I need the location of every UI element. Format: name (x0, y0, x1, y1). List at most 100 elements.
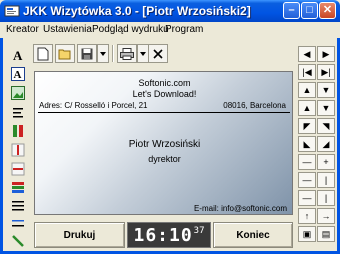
menu-ustawienia[interactable]: Ustawienia (43, 24, 92, 35)
align-top-button[interactable]: ↑ (298, 208, 316, 224)
menu-podglad-wydruku[interactable]: Podgląd wydruku (92, 24, 169, 35)
print-card-button[interactable]: Drukuj (34, 222, 125, 248)
text-align-icon (12, 107, 23, 117)
menu-kreator[interactable]: Kreator (6, 24, 39, 35)
last-right-button[interactable]: ▶| (317, 64, 335, 80)
align-right-button[interactable]: → (317, 208, 335, 224)
align-top-icon: ↑ (304, 210, 310, 221)
card-role: dyrektor (148, 154, 181, 164)
thin-line-icon: — (302, 192, 312, 203)
vertical-line-icon: | (324, 174, 328, 185)
frame-icon (11, 162, 24, 175)
new-button[interactable] (33, 44, 53, 63)
print-button[interactable] (117, 44, 137, 63)
save-dropdown-button[interactable] (97, 44, 109, 63)
skip-right-icon: ▶| (321, 66, 331, 77)
layout-1-button[interactable]: ▣ (298, 226, 316, 242)
minimize-icon: – (288, 4, 295, 16)
horizontal-line-icon: — (302, 174, 312, 185)
clock-seconds: 37 (193, 226, 205, 236)
diag-up-left-button[interactable]: ◤ (298, 118, 316, 134)
new-icon (37, 47, 49, 60)
font-button[interactable]: A (8, 46, 27, 63)
layout-2-button[interactable]: ▤ (317, 226, 335, 242)
business-card-preview[interactable]: Softonic.com Let's Download! Adres: C/ R… (34, 71, 293, 215)
color-icon (12, 124, 23, 137)
diagonal-line-icon (11, 234, 24, 247)
draw-line-button[interactable] (8, 232, 27, 249)
window-title: JKK Wizytówka 3.0 - [Piotr Wrzosiński2] (23, 4, 251, 18)
diag-down-right-button[interactable]: ◢ (317, 136, 335, 152)
toolbar (31, 42, 293, 64)
layout-icon: ▤ (321, 228, 331, 239)
dropdown-icon (140, 51, 146, 56)
close-button[interactable]: ✕ (319, 2, 336, 19)
minus-icon: — (302, 156, 312, 167)
arrow-up-icon: ▲ (302, 84, 312, 95)
background-button[interactable] (8, 178, 27, 195)
move-left-button[interactable]: ◀ (298, 46, 316, 62)
minimize-button[interactable]: – (283, 2, 300, 19)
app-icon (4, 5, 20, 17)
card-email: E-mail: info@softonic.com (193, 204, 287, 213)
menu-program[interactable]: Program (165, 24, 203, 35)
move-up-button[interactable]: ▲ (298, 82, 316, 98)
text-align-button[interactable] (8, 104, 27, 121)
plus-icon: + (323, 156, 329, 167)
arrow-up-left-icon: ◤ (303, 120, 311, 131)
maximize-button[interactable]: □ (301, 2, 318, 19)
picture-button[interactable] (8, 84, 27, 101)
save-button[interactable] (77, 44, 97, 63)
font-style-button[interactable]: A (8, 65, 27, 82)
svg-text:A: A (13, 48, 23, 62)
save-icon (81, 48, 93, 59)
font-icon: A (13, 48, 23, 62)
align-right-icon: → (321, 210, 331, 221)
top-button[interactable]: ▲ (298, 100, 316, 116)
card-city: 08016, Barcelona (223, 101, 286, 110)
dropdown-icon (100, 51, 106, 56)
arrow-up-right-icon: ◥ (322, 120, 330, 131)
spacing-button[interactable] (8, 214, 27, 231)
close-icon: ✕ (322, 4, 333, 16)
thick-line-button[interactable]: | (317, 190, 335, 206)
first-left-button[interactable]: |◀ (298, 64, 316, 80)
move-down-button[interactable]: ▼ (317, 82, 335, 98)
background-icon (11, 181, 24, 193)
card-divider (38, 112, 290, 113)
expand-horizontal-button[interactable]: + (317, 154, 335, 170)
diag-up-right-button[interactable]: ◥ (317, 118, 335, 134)
frame-button[interactable] (8, 160, 27, 177)
skip-down-icon: ▼ (321, 102, 331, 113)
width-button[interactable]: — (298, 172, 316, 188)
line-button[interactable] (8, 141, 27, 158)
card-address: Adres: C/ Rosselló i Porcel, 21 (39, 101, 148, 110)
thin-line-button[interactable]: — (298, 190, 316, 206)
delete-button[interactable] (148, 44, 168, 63)
card-name: Piotr Wrzosiński (128, 139, 201, 150)
toolbar-separator (112, 45, 114, 62)
menu-bar: Kreator Ustawienia Podgląd wydruku Progr… (0, 22, 340, 38)
move-right-button[interactable]: ▶ (317, 46, 335, 62)
diag-down-left-button[interactable]: ◣ (298, 136, 316, 152)
clock-time: 16:10 (133, 224, 193, 246)
skip-up-icon: ▲ (302, 102, 312, 113)
skip-left-icon: |◀ (302, 66, 312, 77)
open-button[interactable] (55, 44, 75, 63)
arrow-left-icon: ◀ (303, 48, 311, 59)
shrink-horizontal-button[interactable]: — (298, 154, 316, 170)
end-button[interactable]: Koniec (213, 222, 293, 248)
arrow-down-icon: ▼ (321, 84, 331, 95)
color-button[interactable] (8, 122, 27, 139)
line-icon (11, 143, 24, 156)
arrow-right-icon: ▶ (322, 48, 330, 59)
height-button[interactable]: | (317, 172, 335, 188)
arrow-down-right-icon: ◢ (322, 138, 330, 149)
arrow-down-left-icon: ◣ (303, 138, 311, 149)
maximize-icon: □ (306, 4, 313, 16)
delete-icon (153, 48, 163, 59)
rows-icon (11, 200, 24, 210)
rows-button[interactable] (8, 196, 27, 213)
card-slogan: Let's Download! (132, 89, 197, 99)
bottom-button[interactable]: ▼ (317, 100, 335, 116)
